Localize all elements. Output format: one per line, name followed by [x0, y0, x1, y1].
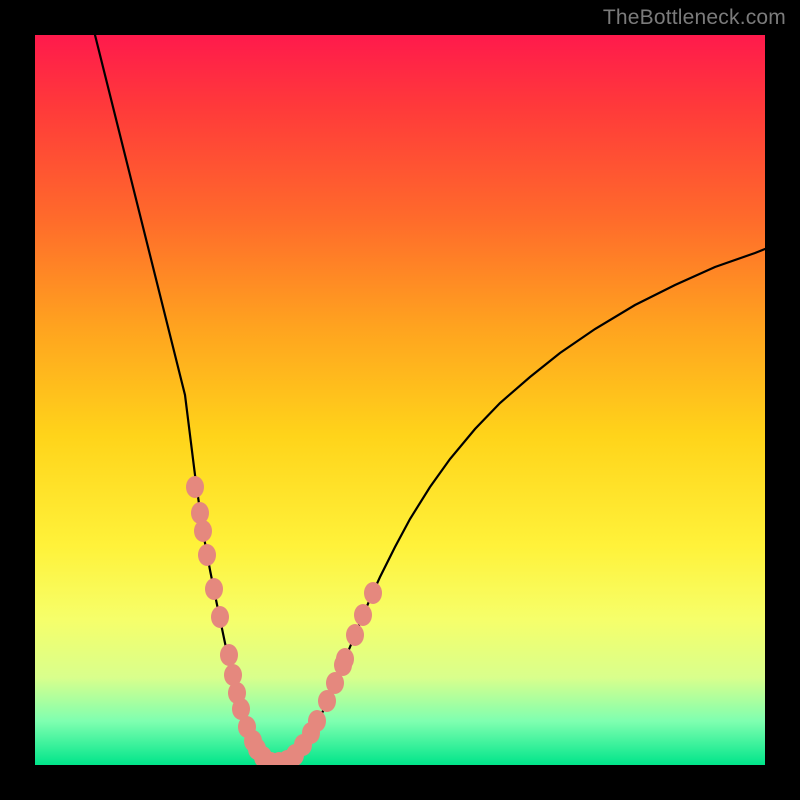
curve-right-branch — [275, 249, 765, 764]
data-marker — [334, 654, 352, 676]
data-marker — [346, 624, 364, 646]
data-marker — [220, 644, 238, 666]
data-marker — [364, 582, 382, 604]
chart-svg — [35, 35, 765, 765]
data-marker — [205, 578, 223, 600]
plot-area — [35, 35, 765, 765]
data-marker — [308, 710, 326, 732]
data-marker — [354, 604, 372, 626]
data-marker — [198, 544, 216, 566]
data-marker — [186, 476, 204, 498]
watermark-text: TheBottleneck.com — [603, 6, 786, 30]
marker-group — [186, 476, 382, 765]
data-marker — [194, 520, 212, 542]
curve-left-branch — [95, 35, 275, 764]
chart-frame: TheBottleneck.com — [0, 0, 800, 800]
data-marker — [211, 606, 229, 628]
